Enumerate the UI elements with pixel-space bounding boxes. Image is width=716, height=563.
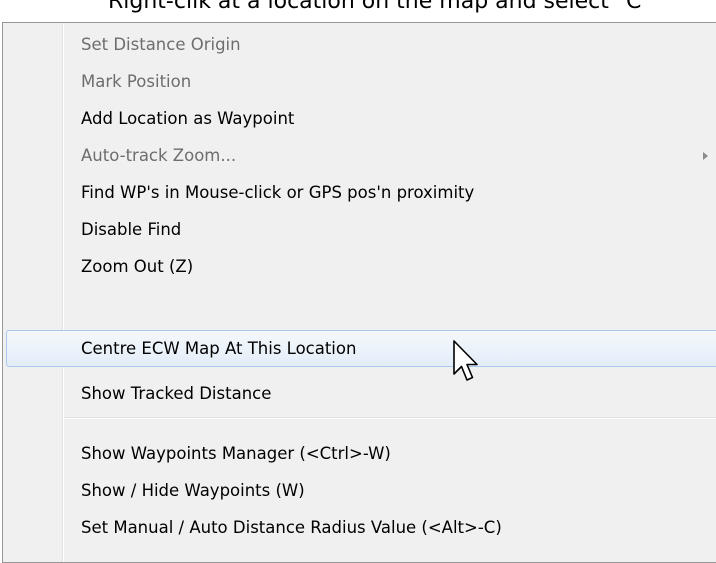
menu-item-label: Show Tracked Distance bbox=[81, 384, 272, 403]
menu-item-label: Set Distance Origin bbox=[81, 35, 241, 54]
instruction-text: Right-clik at a location on the map and … bbox=[108, 0, 642, 14]
menu-item-zoom-out[interactable]: Zoom Out (Z) bbox=[6, 248, 716, 285]
menu-item-label: Mark Position bbox=[81, 72, 192, 91]
menu-item-set-distance-radius[interactable]: Set Manual / Auto Distance Radius Value … bbox=[6, 509, 716, 546]
menu-item-label: Show / Hide Waypoints (W) bbox=[81, 481, 305, 500]
menu-item-label: Centre ECW Map At This Location bbox=[81, 339, 357, 358]
menu-item-show-tracked-distance[interactable]: Show Tracked Distance bbox=[6, 375, 716, 412]
menu-item-label: Disable Find bbox=[81, 220, 182, 239]
menu-item-label: Set Manual / Auto Distance Radius Value … bbox=[81, 518, 502, 537]
menu-item-label: Find WP's in Mouse-click or GPS pos'n pr… bbox=[81, 183, 475, 202]
menu-item-label: Zoom Out (Z) bbox=[81, 257, 194, 276]
menu-item-label: Add Location as Waypoint bbox=[81, 109, 295, 128]
context-menu: Set Distance Origin Mark Position Add Lo… bbox=[2, 22, 716, 563]
menu-item-show-hide-waypoints[interactable]: Show / Hide Waypoints (W) bbox=[6, 472, 716, 509]
menu-item-find-wps-proximity[interactable]: Find WP's in Mouse-click or GPS pos'n pr… bbox=[6, 174, 716, 211]
menu-item-show-waypoints-manager[interactable]: Show Waypoints Manager (<Ctrl>-W) bbox=[6, 435, 716, 472]
menu-item-disable-find[interactable]: Disable Find bbox=[6, 211, 716, 248]
instruction-text-line: Right-clik at a location on the map and … bbox=[0, 0, 716, 22]
chevron-right-icon bbox=[703, 152, 708, 160]
menu-item-auto-track-zoom[interactable]: Auto-track Zoom... bbox=[6, 137, 716, 174]
menu-item-set-distance-origin[interactable]: Set Distance Origin bbox=[6, 26, 716, 63]
menu-separator bbox=[64, 417, 716, 419]
menu-item-label: Auto-track Zoom... bbox=[81, 146, 237, 165]
mouse-pointer-icon bbox=[453, 340, 478, 381]
menu-item-mark-position[interactable]: Mark Position bbox=[6, 63, 716, 100]
menu-item-add-location-as-waypoint[interactable]: Add Location as Waypoint bbox=[6, 100, 716, 137]
menu-item-centre-ecw-map[interactable]: Centre ECW Map At This Location bbox=[6, 330, 716, 367]
menu-item-label: Show Waypoints Manager (<Ctrl>-W) bbox=[81, 444, 391, 463]
